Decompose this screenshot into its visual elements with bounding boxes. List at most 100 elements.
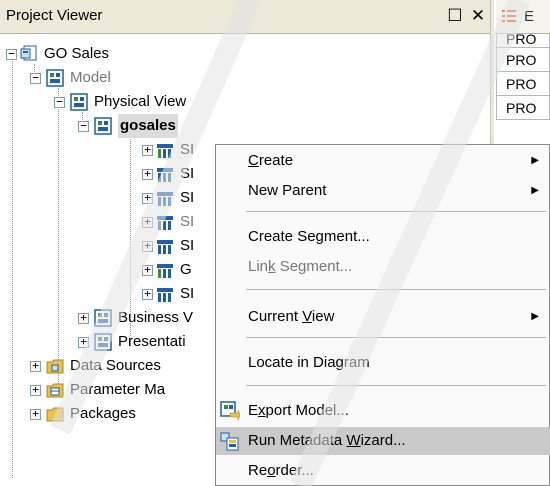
collapse-icon[interactable]: −: [78, 120, 89, 132]
tree-node-label: SI: [180, 189, 195, 206]
menu-separator: [246, 289, 546, 290]
menu-item-link-segment[interactable]: Link Segment...: [216, 253, 550, 281]
editor-tab[interactable]: E: [496, 0, 550, 34]
label-part: Re: [248, 462, 268, 479]
expand-icon[interactable]: +: [78, 336, 89, 348]
menu-item-current-view[interactable]: Current View ▶: [216, 303, 550, 331]
project-viewer-titlebar: Project Viewer ☐ ✕: [0, 0, 490, 34]
expand-icon[interactable]: +: [142, 264, 153, 276]
namespace-icon: [94, 309, 112, 327]
tree-node-label: Parameter Ma: [70, 381, 166, 398]
menu-item-label: Create Segment...: [248, 223, 370, 251]
close-icon[interactable]: ✕: [468, 6, 488, 26]
expand-icon[interactable]: +: [142, 288, 153, 300]
folder-icon: [46, 407, 64, 422]
menu-item-locate-in-diagram[interactable]: Locate in Diagram: [216, 349, 550, 377]
menu-item-create-segment[interactable]: Create Segment...: [216, 223, 550, 251]
project-viewer-title: Project Viewer: [6, 7, 103, 24]
namespace-icon: [94, 117, 112, 135]
expand-icon[interactable]: +: [30, 384, 41, 396]
menu-item-reorder[interactable]: Reorder...: [216, 457, 550, 485]
menu-item-label: Locate in Diagram: [248, 354, 370, 371]
menu-item-new-parent[interactable]: New Parent ▶: [216, 177, 550, 205]
context-menu: Create ▶ New Parent ▶ Create Segment... …: [215, 144, 550, 486]
export-model-icon: [220, 401, 240, 421]
menu-item-label: Reorder...: [248, 457, 314, 485]
expand-icon[interactable]: +: [78, 312, 89, 324]
tree-node-label: Presentati: [118, 333, 186, 350]
namespace-icon: [94, 333, 112, 351]
mnemonic: C: [248, 152, 259, 169]
expand-icon[interactable]: +: [30, 360, 41, 372]
label-part: Current: [248, 308, 303, 325]
tree-node-label: Physical View: [94, 93, 187, 110]
tree-node-label: Business V: [118, 309, 194, 326]
expand-icon[interactable]: +: [142, 168, 153, 180]
query-subject-icon: [157, 168, 173, 182]
menu-item-label: Run Metadata Wizard...: [248, 427, 406, 455]
label-part: Run Metadata: [248, 432, 347, 449]
menu-item-label: Link Segment...: [248, 253, 352, 281]
query-subject-icon: [157, 264, 173, 278]
editor-tab-label: E: [524, 8, 535, 25]
tree-line: [12, 58, 13, 478]
label-part: Lin: [248, 258, 269, 275]
menu-item-create[interactable]: Create ▶: [216, 147, 550, 175]
label-part: rder...: [275, 462, 314, 479]
tree-node-label: gosales: [118, 114, 178, 138]
expand-icon[interactable]: +: [142, 240, 153, 252]
label-part: E: [248, 402, 259, 419]
mnemonic: k: [268, 258, 276, 275]
folder-icon: [46, 383, 64, 398]
label-part: Segment...: [275, 258, 353, 275]
menu-separator: [246, 337, 546, 338]
collapse-icon[interactable]: −: [30, 72, 41, 84]
menu-item-label: Current View: [248, 303, 334, 331]
label-part: reate: [258, 152, 294, 169]
menu-item-label: Export Model...: [248, 397, 349, 425]
collapse-icon[interactable]: −: [6, 48, 17, 60]
list-icon: [502, 10, 516, 22]
submenu-arrow-icon: ▶: [531, 311, 539, 322]
tree-node-label: SI: [180, 213, 195, 230]
label-part: iew: [311, 308, 335, 325]
query-subject-icon: [157, 288, 173, 302]
namespace-icon: [46, 69, 64, 87]
grid-row[interactable]: PRO: [496, 34, 550, 48]
label-part: port Model...: [265, 402, 349, 419]
menu-item-label: Create: [248, 147, 293, 175]
tree-node-label: SI: [180, 285, 195, 302]
tree-node-label: G: [180, 261, 192, 278]
submenu-arrow-icon: ▶: [531, 185, 539, 196]
grid-row[interactable]: PRO: [496, 72, 550, 96]
grid-row[interactable]: PRO: [496, 96, 550, 120]
query-subject-icon: [157, 240, 173, 254]
expand-icon[interactable]: +: [142, 144, 153, 156]
mnemonic: g: [315, 228, 324, 245]
metadata-wizard-icon: [220, 432, 239, 451]
folder-icon: [46, 359, 64, 374]
query-subject-icon: [157, 192, 173, 206]
expand-icon[interactable]: +: [30, 408, 41, 420]
tree-node-label: GO Sales: [44, 45, 110, 62]
query-subject-icon: [157, 144, 173, 158]
project-icon: [20, 45, 37, 61]
collapse-icon[interactable]: −: [54, 96, 65, 108]
grid-row[interactable]: PRO: [496, 48, 550, 72]
label-part: izard...: [360, 432, 406, 449]
menu-item-export-model[interactable]: Export Model...: [216, 397, 550, 425]
query-subject-icon: [157, 216, 173, 230]
label-part: ment...: [323, 228, 370, 245]
expand-icon[interactable]: +: [142, 216, 153, 228]
tree-node-label: Packages: [70, 405, 136, 422]
expand-icon[interactable]: +: [142, 192, 153, 204]
submenu-arrow-icon: ▶: [531, 155, 539, 166]
tree-node-label: SI: [180, 165, 195, 182]
menu-separator: [246, 211, 546, 212]
maximize-icon[interactable]: ☐: [445, 6, 465, 26]
mnemonic: o: [267, 462, 276, 479]
tree-node-label: SI: [180, 141, 195, 158]
label-part: Create Se: [248, 228, 316, 245]
mnemonic: x: [258, 402, 266, 419]
menu-item-run-metadata-wizard[interactable]: Run Metadata Wizard...: [216, 427, 550, 455]
